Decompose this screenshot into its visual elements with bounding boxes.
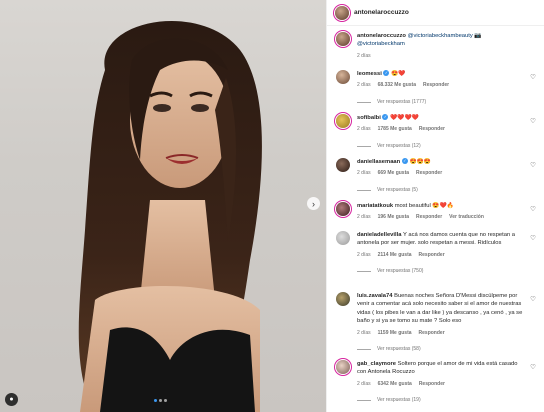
avatar[interactable] (335, 5, 349, 20)
view-replies-link[interactable]: Ver respuestas (5) (357, 186, 524, 194)
comment-time: 2 días (357, 82, 371, 89)
caption-time: 2 días (357, 52, 371, 59)
verified-badge-icon: ✓ (383, 70, 390, 77)
avatar[interactable] (336, 158, 350, 172)
comment-likes[interactable]: 6342 Me gusta (378, 380, 412, 388)
comment-item: danieladellevilla Y acá nos damos cuenta… (336, 231, 536, 276)
comment-likes[interactable]: 669 Me gusta (378, 169, 409, 177)
view-replies-link[interactable]: Ver respuestas (1777) (357, 98, 524, 106)
comment-username[interactable]: gab_claymore (357, 361, 396, 367)
reply-button[interactable]: Responder (419, 380, 445, 388)
comment-time: 2 días (357, 126, 371, 133)
comment-likes[interactable]: 1785 Me gusta (378, 125, 412, 133)
comment-item: gab_claymore Soltero porque el amor de m… (336, 360, 536, 405)
like-heart-icon[interactable]: ♡ (530, 363, 536, 371)
reply-button[interactable]: Responder (416, 213, 442, 221)
comment-time: 2 días (357, 170, 371, 177)
comment-text: most beautiful 😍❤️🔥 (394, 203, 455, 209)
comment-likes[interactable]: 196 Me gusta (378, 213, 409, 221)
caption-username[interactable]: antonelaroccuzzo (357, 33, 406, 39)
portrait-illustration (78, 21, 262, 412)
avatar[interactable] (336, 231, 350, 245)
comment-username[interactable]: danieladellevilla (357, 232, 401, 238)
post-photo[interactable]: › ● (0, 0, 326, 412)
like-heart-icon[interactable]: ♡ (530, 73, 536, 81)
avatar[interactable] (336, 32, 350, 46)
carousel-dot (164, 399, 167, 402)
comment-text: 😍❤️ (391, 71, 406, 77)
like-heart-icon[interactable]: ♡ (530, 117, 536, 125)
verified-badge-icon: ✓ (401, 158, 408, 165)
carousel-dot (154, 399, 157, 402)
comment-item: leomessi ✓ 😍❤️ 2 días 68.332 Me gusta Re… (336, 70, 536, 106)
reply-button[interactable]: Responder (416, 169, 442, 177)
reply-button[interactable]: Responder (423, 81, 449, 89)
avatar[interactable] (336, 360, 350, 374)
comments-panel: antonelaroccuzzo antonelaroccuzzo @victo… (326, 0, 544, 412)
view-replies-link[interactable]: Ver respuestas (12) (357, 142, 524, 150)
user-tag-icon[interactable]: ● (5, 393, 18, 406)
header-username[interactable]: antonelaroccuzzo (354, 9, 409, 16)
comment-item: sofibalbi ✓ ❤️❤️❤️❤️ 2 días 1785 Me gust… (336, 114, 536, 150)
comment-item: mariatatkouk most beautiful 😍❤️🔥 2 días … (336, 202, 536, 222)
like-heart-icon[interactable]: ♡ (530, 161, 536, 169)
comment-text: 😍😍😍 (409, 159, 432, 165)
avatar[interactable] (336, 70, 350, 84)
comment-item: luis.zavala74 Buenas noches Señora D'Mes… (336, 292, 536, 353)
comment-time: 2 días (357, 329, 371, 336)
mention-link[interactable]: @victoriabeckham (357, 41, 405, 47)
avatar[interactable] (336, 292, 350, 306)
comment-likes[interactable]: 2114 Me gusta (378, 251, 412, 259)
view-replies-link[interactable]: Ver respuestas (58) (357, 345, 524, 353)
view-replies-link[interactable]: Ver respuestas (750) (357, 267, 524, 275)
post-header: antonelaroccuzzo (327, 0, 544, 26)
comment-time: 2 días (357, 214, 371, 221)
caption: antonelaroccuzzo @victoriabeckhambeauty … (336, 32, 536, 60)
camera-icon: 📷 (474, 33, 482, 39)
like-heart-icon[interactable]: ♡ (530, 234, 536, 242)
like-heart-icon[interactable]: ♡ (530, 295, 536, 303)
like-heart-icon[interactable]: ♡ (530, 205, 536, 213)
carousel-dot (159, 399, 162, 402)
avatar[interactable] (336, 114, 350, 128)
view-replies-link[interactable]: Ver respuestas (19) (357, 396, 524, 404)
comment-username[interactable]: luis.zavala74 (357, 293, 392, 299)
reply-button[interactable]: Responder (419, 251, 445, 259)
comment-likes[interactable]: 68.332 Me gusta (378, 81, 416, 89)
next-photo-button[interactable]: › (307, 197, 320, 210)
comment-item: daniellasemaan ✓ 😍😍😍 2 días 669 Me gusta… (336, 158, 536, 194)
comment-likes[interactable]: 1159 Me gusta (378, 329, 412, 337)
comment-username[interactable]: daniellasemaan (357, 159, 400, 165)
verified-badge-icon: ✓ (382, 114, 389, 121)
reply-button[interactable]: Responder (419, 125, 445, 133)
translate-link[interactable]: Ver traducción (449, 213, 484, 221)
comment-username[interactable]: mariatatkouk (357, 203, 393, 209)
comment-username[interactable]: sofibalbi (357, 115, 381, 121)
mention-link[interactable]: @victoriabeckhambeauty (408, 33, 473, 39)
comment-text: ❤️❤️❤️❤️ (390, 115, 419, 121)
comment-time: 2 días (357, 251, 371, 258)
carousel-indicator (154, 399, 167, 402)
comment-username[interactable]: leomessi (357, 71, 382, 77)
reply-button[interactable]: Responder (419, 329, 445, 337)
avatar[interactable] (336, 202, 350, 216)
comment-time: 2 días (357, 380, 371, 387)
